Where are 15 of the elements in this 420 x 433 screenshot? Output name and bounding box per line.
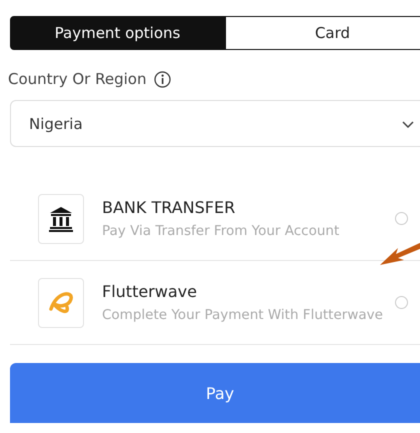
payment-option[interactable]: Flutterwave Complete Your Payment With Flutterwave (10, 261, 420, 345)
option-description: Pay Via Transfer From Your Account (102, 223, 340, 239)
radio-button[interactable] (395, 296, 408, 309)
bank-icon (47, 204, 75, 232)
tab[interactable]: Payment options (10, 16, 225, 50)
radio-button[interactable] (395, 212, 408, 225)
option-title: BANK TRANSFER (102, 198, 236, 217)
info-icon[interactable] (154, 70, 172, 88)
chevron-down-icon (401, 118, 415, 128)
tab[interactable]: Card (225, 16, 420, 50)
pay-button[interactable]: Pay (10, 363, 420, 423)
option-description: Complete Your Payment With Flutterwave (102, 307, 384, 323)
field-label: Country Or Region (8, 70, 146, 88)
option-title: Flutterwave (102, 282, 198, 301)
country-select[interactable]: Nigeria (10, 100, 420, 147)
